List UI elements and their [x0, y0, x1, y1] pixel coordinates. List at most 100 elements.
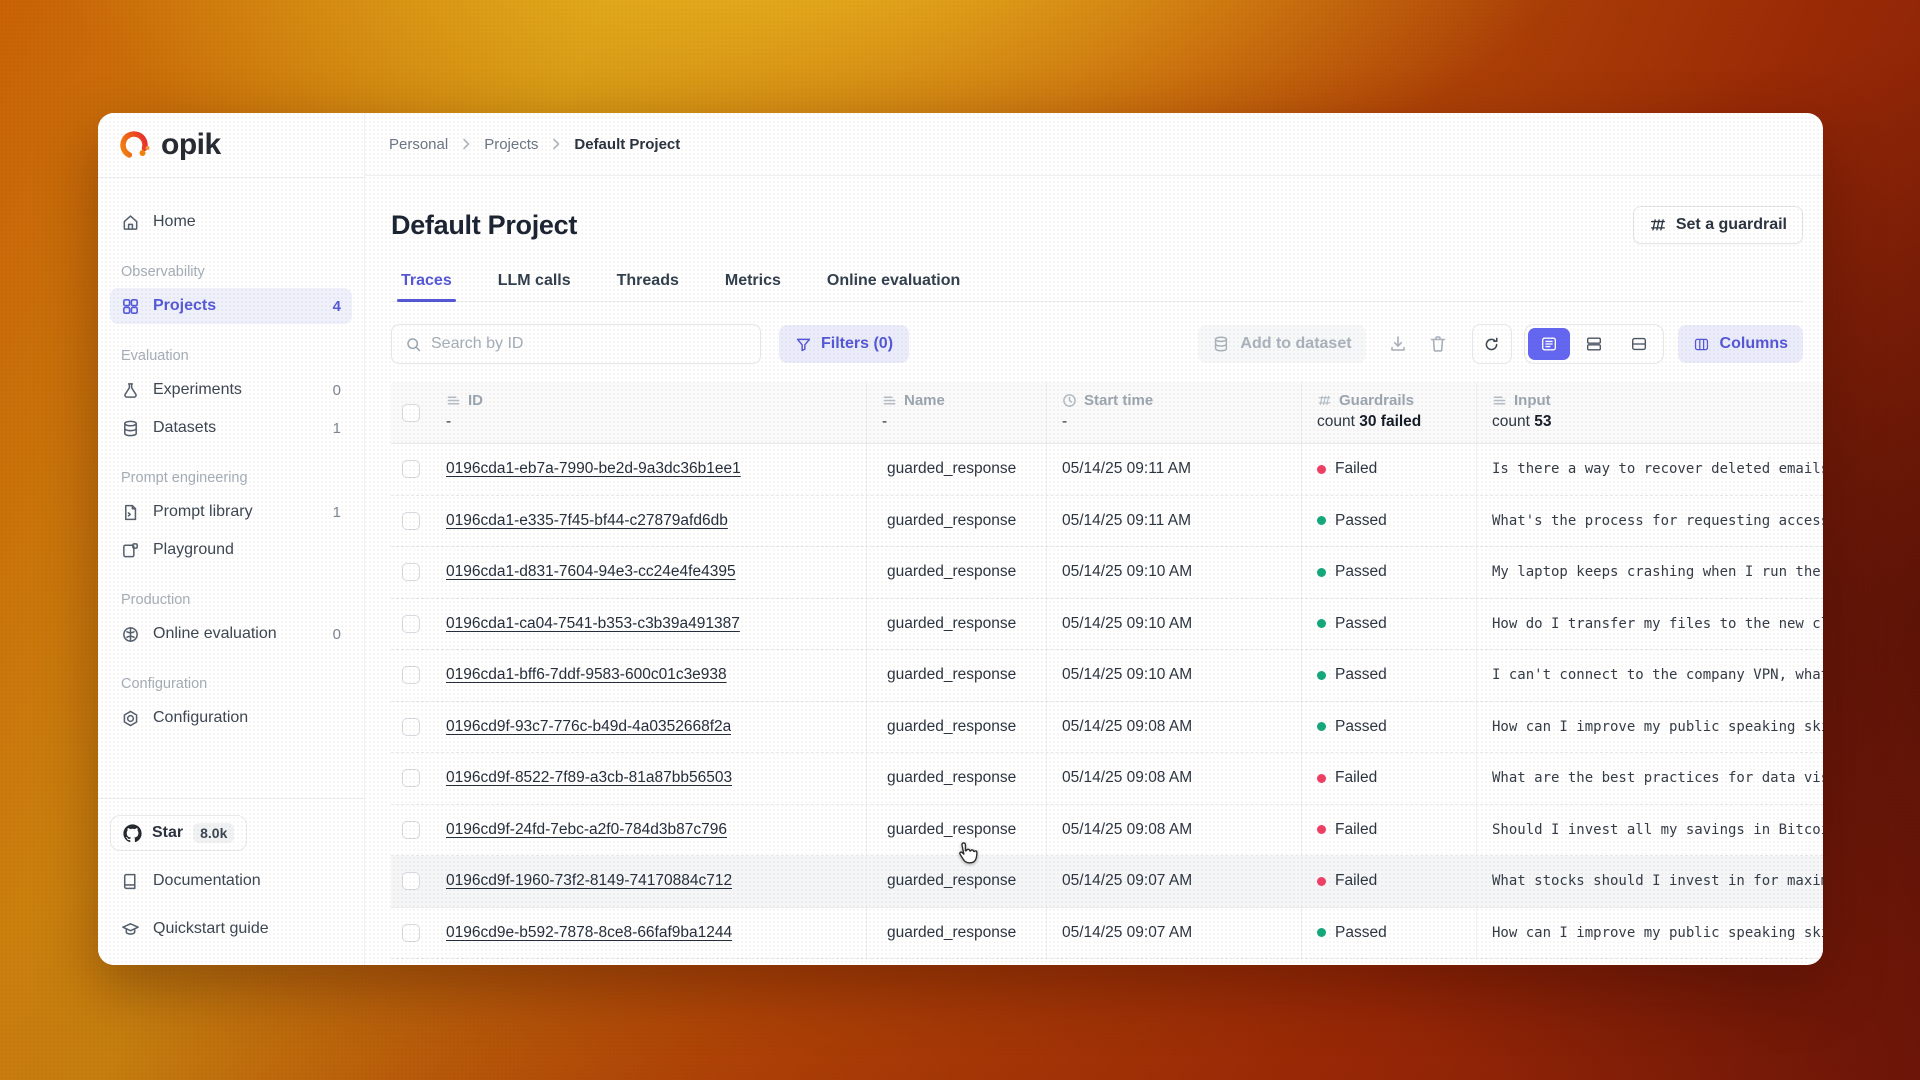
playground-icon: [121, 541, 140, 560]
sidebar-item-label: Experiments: [153, 381, 242, 399]
item-count-badge: 1: [333, 420, 341, 437]
trace-id-link[interactable]: 0196cd9f-24fd-7ebc-a2f0-784d3b87c796: [446, 821, 727, 839]
row-checkbox[interactable]: [402, 512, 420, 530]
set-guardrail-button[interactable]: Set a guardrail: [1633, 206, 1803, 244]
breadcrumb-personal[interactable]: Personal: [389, 136, 448, 153]
status-dot-icon: [1317, 568, 1326, 577]
tab-llm-calls[interactable]: LLM calls: [488, 264, 581, 301]
table-row[interactable]: 0196cd9f-93c7-776c-b49d-4a0352668f2a gua…: [391, 702, 1823, 754]
sidebar-item-playground[interactable]: Playground: [110, 532, 352, 568]
density-compact-button[interactable]: [1618, 328, 1660, 360]
column-header-start-time[interactable]: Start time -: [1046, 382, 1301, 443]
status-dot-icon: [1317, 877, 1326, 886]
gear-icon: [121, 709, 140, 728]
sidebar-item-online-evaluation[interactable]: Online evaluation 0: [110, 616, 352, 652]
guardrail-status-label: Failed: [1335, 872, 1377, 890]
sidebar-item-configuration[interactable]: Configuration: [110, 700, 352, 736]
breadcrumb-projects[interactable]: Projects: [484, 136, 538, 153]
prompt-file-icon: [121, 503, 140, 522]
logo-text: opik: [161, 128, 221, 162]
graduation-cap-icon: [121, 920, 140, 939]
github-star-button[interactable]: Star 8.0k: [110, 815, 247, 851]
table-row[interactable]: 0196cd9e-b592-7878-8ce8-66faf9ba1244 gua…: [391, 908, 1823, 960]
columns-icon: [1693, 336, 1710, 353]
sidebar-section-configuration: Configuration: [121, 676, 341, 692]
sidebar-item-quickstart-guide[interactable]: Quickstart guide: [110, 911, 352, 947]
column-header-name[interactable]: Name -: [866, 382, 1046, 443]
row-checkbox[interactable]: [402, 872, 420, 890]
table-row[interactable]: 0196cd9f-8522-7f89-a3cb-81a87bb56503 gua…: [391, 753, 1823, 805]
density-medium-button[interactable]: [1573, 328, 1615, 360]
table-row[interactable]: 0196cda1-ca04-7541-b353-c3b39a491387 gua…: [391, 599, 1823, 651]
trace-id-link[interactable]: 0196cda1-e335-7f45-bf44-c27879afd6db: [446, 512, 728, 530]
trace-id-link[interactable]: 0196cda1-eb7a-7990-be2d-9a3dc36b1ee1: [446, 460, 741, 478]
trace-id-link[interactable]: 0196cd9f-93c7-776c-b49d-4a0352668f2a: [446, 718, 731, 736]
table-row[interactable]: 0196cd9f-24fd-7ebc-a2f0-784d3b87c796 gua…: [391, 805, 1823, 857]
select-all-checkbox[interactable]: [402, 404, 420, 422]
column-header-guardrails[interactable]: Guardrails count 30 failed: [1301, 382, 1476, 443]
filters-button[interactable]: Filters (0): [779, 325, 909, 363]
sidebar-item-datasets[interactable]: Datasets 1: [110, 410, 352, 446]
breadcrumb-current: Default Project: [574, 136, 680, 153]
row-checkbox[interactable]: [402, 460, 420, 478]
row-checkbox[interactable]: [402, 924, 420, 942]
status-dot-icon: [1317, 619, 1326, 628]
sidebar-item-experiments[interactable]: Experiments 0: [110, 372, 352, 408]
trash-icon[interactable]: [1428, 334, 1448, 354]
search-box[interactable]: [391, 324, 761, 364]
guardrail-status-cell: Passed: [1301, 496, 1476, 547]
trace-name-cell: guarded_response: [866, 599, 1046, 650]
refresh-button[interactable]: [1472, 324, 1512, 364]
row-checkbox[interactable]: [402, 821, 420, 839]
sidebar-item-projects[interactable]: Projects 4: [110, 288, 352, 324]
row-checkbox[interactable]: [402, 563, 420, 581]
sidebar-item-prompt-library[interactable]: Prompt library 1: [110, 494, 352, 530]
row-checkbox[interactable]: [402, 769, 420, 787]
table-row[interactable]: 0196cda1-bff6-7ddf-9583-600c01c3e938 gua…: [391, 650, 1823, 702]
density-detailed-button[interactable]: [1528, 328, 1570, 360]
columns-button[interactable]: Columns: [1678, 325, 1803, 363]
brain-icon: [121, 625, 140, 644]
sidebar-item-label: Quickstart guide: [153, 920, 269, 938]
clock-icon: [1062, 393, 1077, 408]
trace-id-link[interactable]: 0196cda1-bff6-7ddf-9583-600c01c3e938: [446, 666, 727, 684]
trace-id-link[interactable]: 0196cda1-d831-7604-94e3-cc24e4fe4395: [446, 563, 736, 581]
column-header-id[interactable]: ID -: [431, 382, 866, 443]
logo[interactable]: opik: [98, 113, 364, 178]
sidebar-item-documentation[interactable]: Documentation: [110, 863, 352, 899]
table-row[interactable]: 0196cda1-eb7a-7990-be2d-9a3dc36b1ee1 gua…: [391, 444, 1823, 496]
tab-metrics[interactable]: Metrics: [715, 264, 791, 301]
home-icon: [121, 213, 140, 232]
add-to-dataset-button[interactable]: Add to dataset: [1198, 325, 1365, 363]
guardrail-status-cell: Passed: [1301, 547, 1476, 598]
trace-id-link[interactable]: 0196cd9f-8522-7f89-a3cb-81a87bb56503: [446, 769, 732, 787]
table-row[interactable]: 0196cd9f-1960-73f2-8149-74170884c712 gua…: [391, 856, 1823, 908]
row-checkbox[interactable]: [402, 666, 420, 684]
search-input[interactable]: [431, 335, 747, 353]
trace-start-time-cell: 05/14/25 09:08 AM: [1046, 702, 1301, 753]
tab-threads[interactable]: Threads: [607, 264, 689, 301]
sidebar-item-home[interactable]: Home: [110, 204, 352, 240]
guardrail-status-cell: Failed: [1301, 856, 1476, 907]
trace-input-cell: How can I improve my public speaking ski…: [1476, 908, 1823, 959]
download-icon[interactable]: [1388, 334, 1408, 354]
column-header-input[interactable]: Input count 53: [1476, 382, 1823, 443]
guardrail-status-label: Failed: [1335, 821, 1377, 839]
tab-bar: Traces LLM calls Threads Metrics Online …: [391, 264, 1803, 302]
trace-id-link[interactable]: 0196cd9e-b592-7878-8ce8-66faf9ba1244: [446, 924, 732, 942]
status-dot-icon: [1317, 465, 1326, 474]
trace-start-time-cell: 05/14/25 09:10 AM: [1046, 650, 1301, 701]
tab-online-evaluation[interactable]: Online evaluation: [817, 264, 970, 301]
table-header: ID - Name -: [391, 382, 1823, 444]
table-row[interactable]: 0196cda1-e335-7f45-bf44-c27879afd6db gua…: [391, 496, 1823, 548]
row-checkbox[interactable]: [402, 615, 420, 633]
filter-funnel-icon: [795, 336, 812, 353]
trace-id-link[interactable]: 0196cd9f-1960-73f2-8149-74170884c712: [446, 872, 732, 890]
main-panel: Personal Projects Default Project Defaul…: [365, 113, 1823, 965]
tab-traces[interactable]: Traces: [391, 264, 462, 301]
trace-input-cell: I can't connect to the company VPN, what…: [1476, 650, 1823, 701]
row-checkbox[interactable]: [402, 718, 420, 736]
table-row[interactable]: 0196cda1-d831-7604-94e3-cc24e4fe4395 gua…: [391, 547, 1823, 599]
guardrail-status-label: Passed: [1335, 924, 1387, 942]
trace-id-link[interactable]: 0196cda1-ca04-7541-b353-c3b39a491387: [446, 615, 740, 633]
